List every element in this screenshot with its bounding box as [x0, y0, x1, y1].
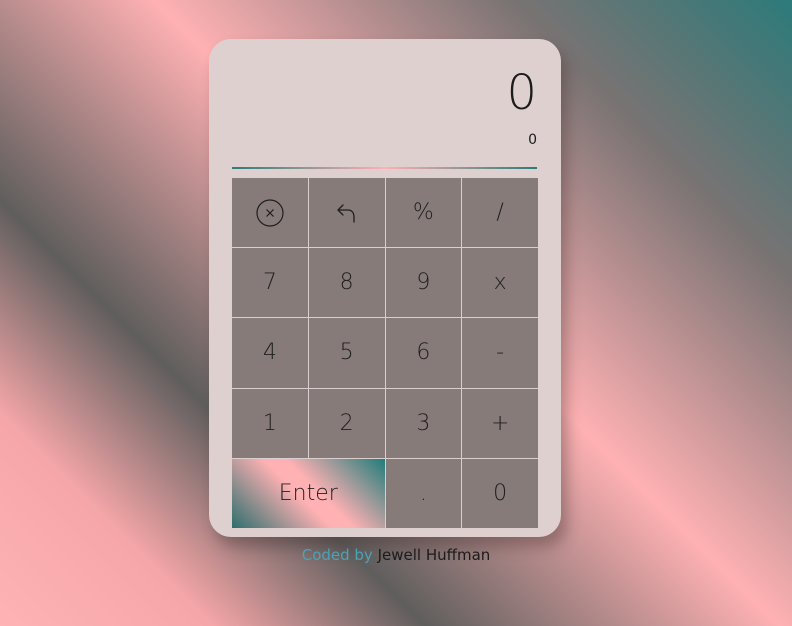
credit-author[interactable]: Jewell Huffman — [378, 546, 491, 564]
digit-3-button[interactable]: 3 — [385, 388, 462, 458]
divide-button[interactable]: / — [462, 178, 538, 248]
multiply-button[interactable]: x — [462, 248, 538, 318]
display: 0 0 — [209, 39, 561, 167]
add-button[interactable]: + — [462, 388, 538, 458]
digit-8-button[interactable]: 8 — [308, 248, 385, 318]
digit-4-button[interactable]: 4 — [232, 318, 308, 388]
digit-0-button[interactable]: 0 — [462, 458, 538, 528]
clear-circle-icon — [255, 198, 285, 228]
clear-button[interactable] — [232, 178, 308, 248]
undo-button[interactable] — [308, 178, 385, 248]
footer-credit: Coded by Jewell Huffman — [0, 546, 792, 564]
expression-display: 0 — [528, 132, 537, 148]
percent-button[interactable]: % — [385, 178, 462, 248]
decimal-button[interactable]: . — [385, 458, 462, 528]
enter-button[interactable]: Enter — [232, 458, 385, 528]
undo-icon — [334, 200, 360, 226]
digit-6-button[interactable]: 6 — [385, 318, 462, 388]
digit-2-button[interactable]: 2 — [308, 388, 385, 458]
digit-7-button[interactable]: 7 — [232, 248, 308, 318]
calculator: 0 0 % / 7 8 9 x 4 5 6 - 1 2 3 + Enter . … — [209, 39, 561, 537]
keypad: % / 7 8 9 x 4 5 6 - 1 2 3 + Enter . 0 — [232, 178, 538, 528]
digit-5-button[interactable]: 5 — [308, 318, 385, 388]
result-display: 0 — [506, 65, 537, 121]
display-divider — [232, 167, 537, 169]
digit-9-button[interactable]: 9 — [385, 248, 462, 318]
credit-prefix: Coded by — [301, 546, 373, 564]
subtract-button[interactable]: - — [462, 318, 538, 388]
digit-1-button[interactable]: 1 — [232, 388, 308, 458]
